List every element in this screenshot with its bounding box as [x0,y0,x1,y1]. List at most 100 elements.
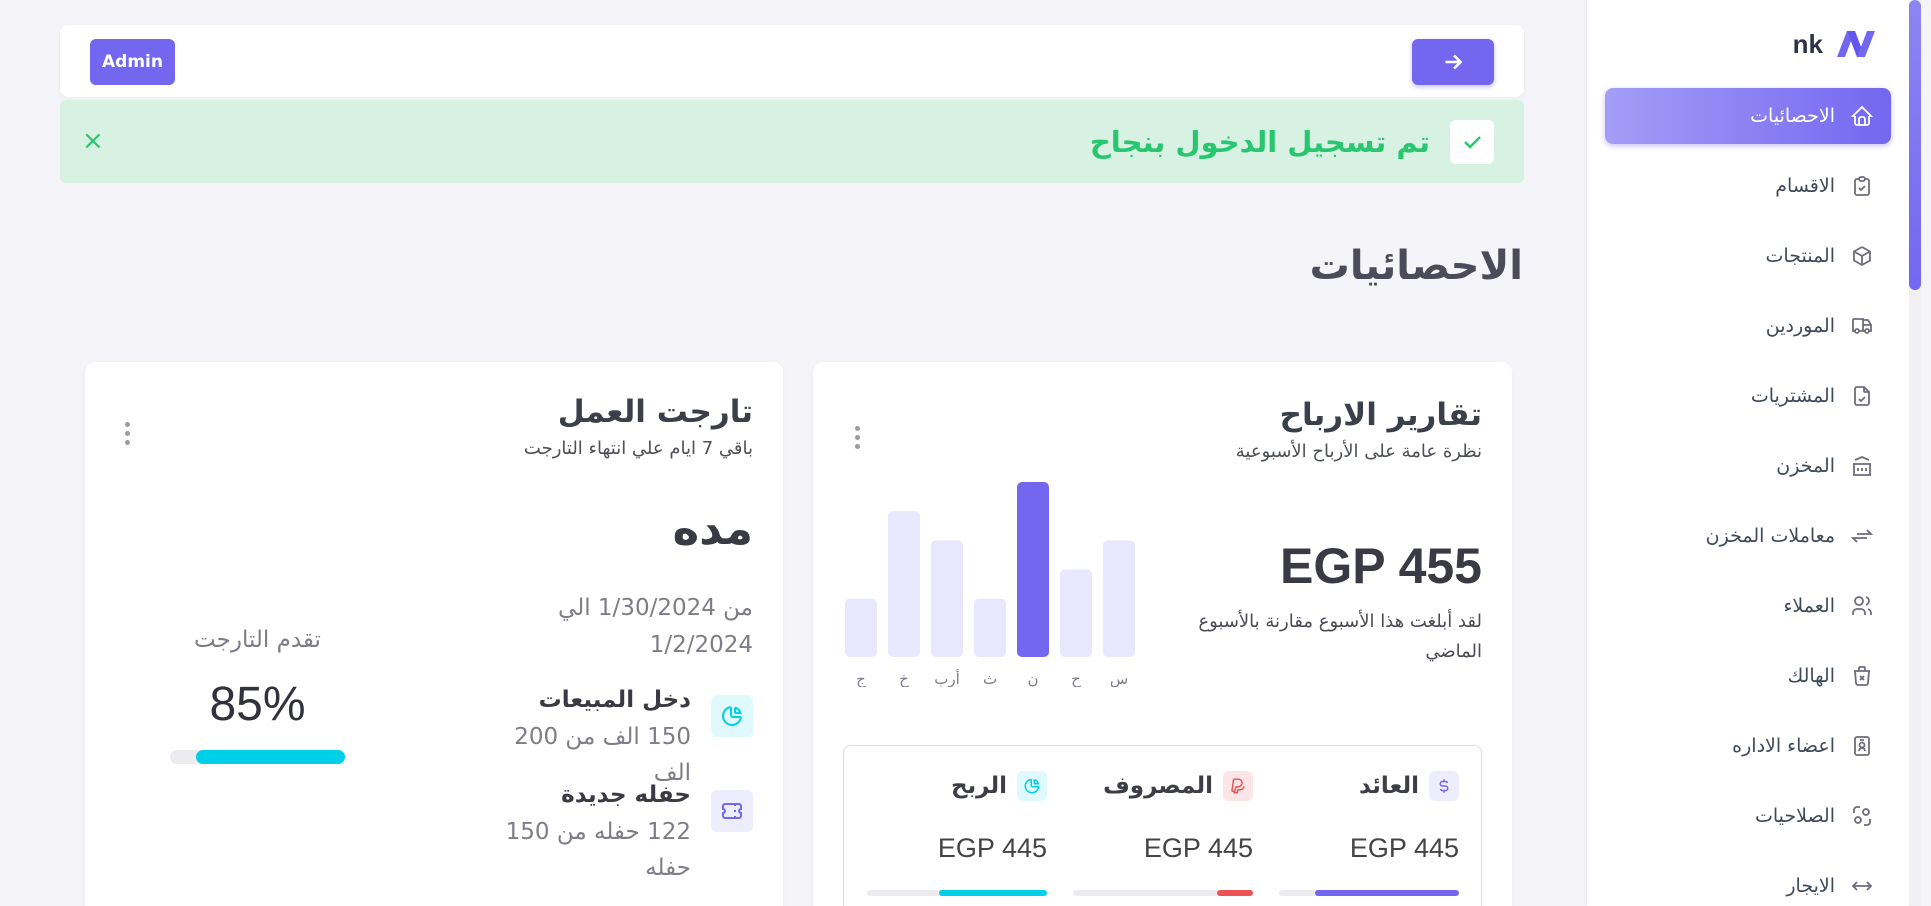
target-item-desc: 150 الف من 200 الف [514,724,691,786]
chart-pie-icon [1017,771,1047,801]
sidebar-item-label: المخزن [1776,455,1835,477]
sidebar-item-statistics[interactable]: الاحصائيات [1605,88,1891,144]
trash-x-icon [1849,663,1875,689]
sidebar-item-purchases[interactable]: المشتريات [1605,368,1891,424]
stat-progress [1073,890,1253,896]
currency-dollar-icon [1429,771,1459,801]
arrows-exchange-icon [1849,523,1875,549]
comparison-text: لقد أبلغت هذا الأسبوع مقارنة بالأسبوع ال… [1198,611,1482,662]
sidebar-item-label: معاملات المخزن [1705,525,1835,547]
stat-progress-fill [939,890,1047,896]
stat-profit: الربح EGP 445 [867,771,1047,906]
sidebar-item-categories[interactable]: الاقسام [1605,158,1891,214]
sidebar-item-label: الهالك [1787,665,1835,687]
date-range: من 1/30/2024 الي 1/2/2024 [558,595,753,658]
stat-label: المصروف [1103,773,1213,799]
chart-bar [888,511,920,657]
chart-bar [931,540,963,657]
stat-value: EGP 445 [937,833,1047,863]
sidebar-item-label: الايجار [1786,875,1835,897]
card-subtitle: باقي 7 ايام علي انتهاء التارجت [523,438,753,459]
sidebar-item-label: الموردين [1765,315,1835,337]
target-item-desc: 122 حفله من 150 حفله [505,819,691,881]
ticket-icon [711,790,753,832]
chart-tick-label: س [1110,670,1128,687]
brand[interactable]: nk [1587,18,1909,70]
stat-value: EGP 445 [1349,833,1459,863]
sidebar-item-warehouse[interactable]: المخزن [1605,438,1891,494]
stat-label: العائد [1358,773,1419,799]
target-item-title: دخل المبيعات [538,687,691,713]
stat-progress [1279,890,1459,896]
sidebar-item-rent[interactable]: الايجار [1605,858,1891,906]
chart-tick-label: خ [899,670,909,687]
sidebar-item-permissions[interactable]: الصلاحيات [1605,788,1891,844]
sidebar-item-suppliers[interactable]: الموردين [1605,298,1891,354]
sidebar-item-label: اعضاء الاداره [1732,735,1835,757]
progress-label: تقدم التارجت [194,627,321,653]
page-title: الاحصائيات [1309,243,1523,289]
home-icon [1849,103,1875,129]
check-icon [1450,119,1494,164]
more-options-icon[interactable] [125,422,130,445]
chart-bar [1103,540,1135,657]
chart-bar [1017,482,1049,657]
chart-tick-label: ج [856,670,866,687]
forward-button[interactable] [1412,39,1494,85]
profit-stats-box: العائد EGP 445 المصروف EGP 445 الربح EGP… [843,745,1482,906]
top-navbar: Admin [60,25,1524,97]
sidebar: nk الاحصائيات الاقسام المنتجات الموردين … [1587,0,1909,906]
target-item-sales: دخل المبيعات 150 الف من 200 الف [471,687,753,791]
scrollbar-thumb[interactable] [1909,0,1921,290]
brand-logo-icon [1837,31,1875,57]
file-check-icon [1849,383,1875,409]
card-title: تقارير الارباح [1279,397,1482,433]
target-progress: تقدم التارجت 85% [170,627,345,764]
work-target-card: تارجت العمل باقي 7 ايام علي انتهاء التار… [85,362,783,906]
stat-progress [867,890,1047,896]
sidebar-item-customers[interactable]: العملاء [1605,578,1891,634]
target-item-title: حفله جديدة [561,782,691,808]
stat-progress-fill [1315,890,1459,896]
weekly-profit-amount: EGP 455 [1279,538,1482,594]
progress-fill [196,750,345,764]
alert-message: تم تسجيل الدخول بنجاح [1089,124,1430,159]
progress-value: 85% [209,678,306,731]
stat-label: الربح [950,773,1007,799]
sidebar-item-products[interactable]: المنتجات [1605,228,1891,284]
chart-tick-label: ح [1071,670,1081,687]
chart-bar [1060,569,1092,657]
admin-button[interactable]: Admin [90,39,175,85]
sidebar-item-label: المشتريات [1750,385,1835,407]
users-icon [1849,593,1875,619]
close-icon[interactable]: × [82,126,104,156]
chart-bar [845,598,877,657]
arrow-right-icon [1445,54,1463,70]
sidebar-item-waste[interactable]: الهالك [1605,648,1891,704]
stat-expense: المصروف EGP 445 [1073,771,1253,906]
sidebar-item-label: المنتجات [1765,245,1835,267]
truck-icon [1849,313,1875,339]
target-item-events: حفله جديدة 122 حفله من 150 حفله [471,782,753,886]
sidebar-item-label: العملاء [1783,595,1836,617]
chart-pie-icon [711,695,753,737]
progress-track [170,750,345,764]
profit-report-card: تقارير الارباح نظرة عامة على الأرباح الأ… [813,362,1512,906]
sidebar-item-warehouse-transactions[interactable]: معاملات المخزن [1605,508,1891,564]
arrows-horizontal-icon [1849,873,1875,899]
sidebar-item-admin-members[interactable]: اعضاء الاداره [1605,718,1891,774]
stat-value: EGP 445 [1143,833,1253,863]
weekly-bar-chart: س ح ن ث أرب خ ج [845,482,1135,687]
chart-bar [974,598,1006,657]
sidebar-item-label: الاقسام [1775,175,1835,197]
id-badge-icon [1849,733,1875,759]
sidebar-item-label: الاحصائيات [1750,105,1835,127]
chart-tick-label: ن [1027,670,1038,687]
more-options-icon[interactable] [855,426,860,449]
clipboard-check-icon [1849,173,1875,199]
building-bank-icon [1849,453,1875,479]
card-title: تارجت العمل [557,394,753,430]
sidebar-menu: الاحصائيات الاقسام المنتجات الموردين الم… [1587,88,1909,906]
brand-name: nk [1792,28,1823,59]
sidebar-scrollbar[interactable] [1909,0,1921,906]
